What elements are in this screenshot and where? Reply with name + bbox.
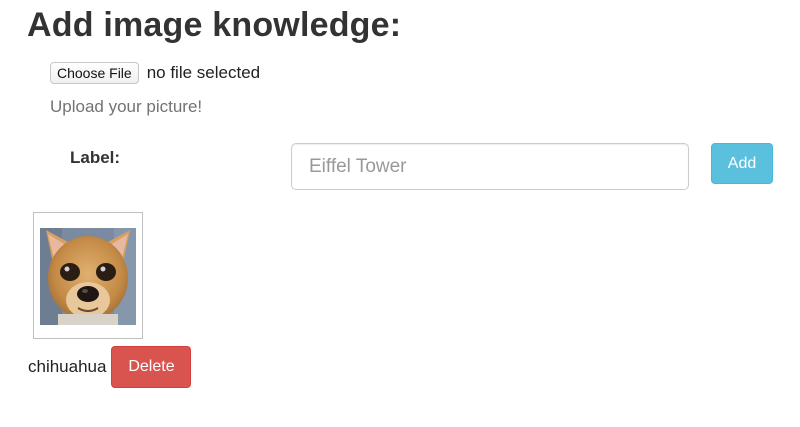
label-field-label: Label:	[70, 148, 121, 167]
label-input[interactable]	[291, 143, 689, 190]
page: Add image knowledge: Choose File no file…	[0, 0, 800, 427]
chihuahua-photo	[40, 228, 136, 325]
image-caption: chihuahua	[28, 357, 107, 376]
upload-help-text: Upload your picture!	[50, 97, 203, 116]
page-title: Add image knowledge:	[27, 6, 402, 44]
image-thumbnail-frame	[33, 212, 143, 339]
file-status-text: no file selected	[146, 63, 261, 82]
delete-button[interactable]: Delete	[111, 346, 192, 388]
knowledge-item: chihuahua Delete	[28, 346, 192, 388]
choose-file-button[interactable]: Choose File	[50, 62, 139, 84]
add-button[interactable]: Add	[711, 143, 773, 184]
file-upload-row: Choose File no file selected	[50, 61, 260, 85]
